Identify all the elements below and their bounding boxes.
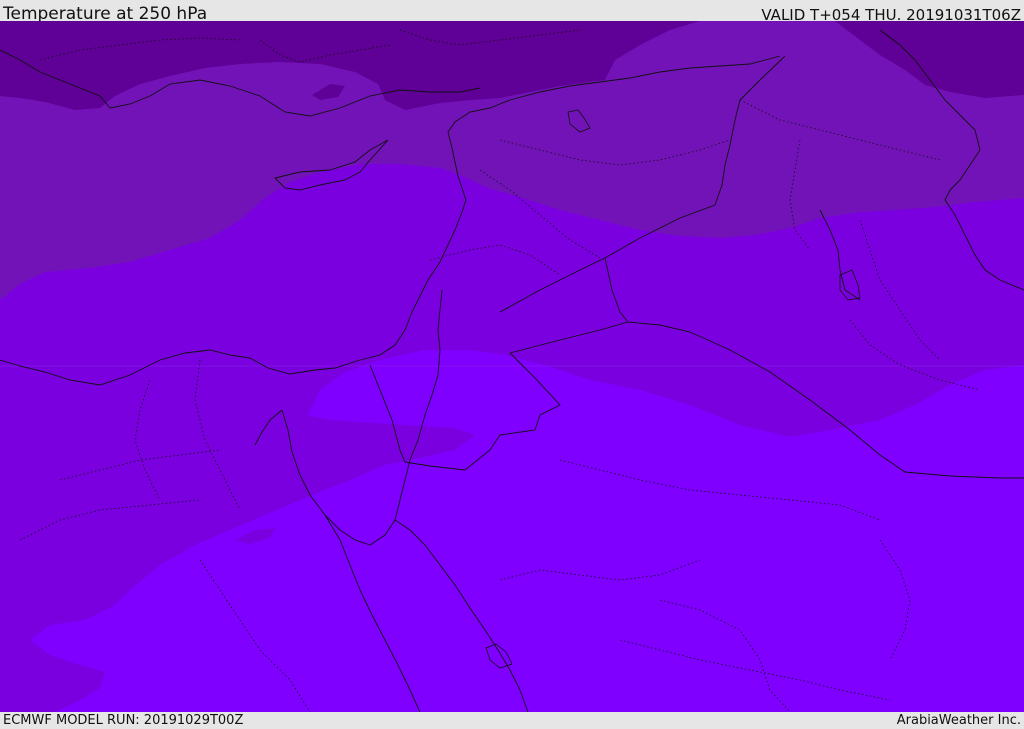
credit-label: ArabiaWeather Inc. [896,713,1021,728]
model-run-label: ECMWF MODEL RUN: 20191029T00Z [3,713,244,728]
footer-bar: ECMWF MODEL RUN: 20191029T00Z ArabiaWeat… [0,712,1024,729]
map-canvas [0,21,1024,712]
header-bar: Temperature at 250 hPa VALID T+054 THU. … [0,0,1024,24]
temperature-map [0,21,1024,712]
